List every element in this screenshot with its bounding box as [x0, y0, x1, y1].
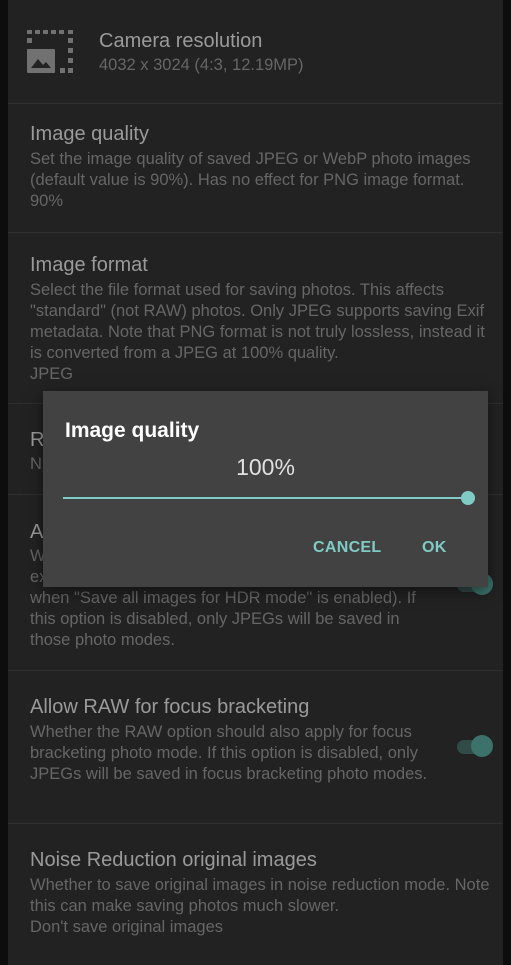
- image-quality-dialog: Image quality 100% CANCEL OK: [43, 391, 488, 587]
- slider-track[interactable]: [63, 497, 468, 499]
- dialog-title: Image quality: [65, 419, 200, 442]
- quality-slider[interactable]: [63, 489, 475, 507]
- ok-button[interactable]: OK: [422, 539, 447, 557]
- slider-thumb[interactable]: [461, 491, 475, 505]
- cancel-button[interactable]: CANCEL: [313, 539, 381, 557]
- dialog-value: 100%: [236, 454, 295, 480]
